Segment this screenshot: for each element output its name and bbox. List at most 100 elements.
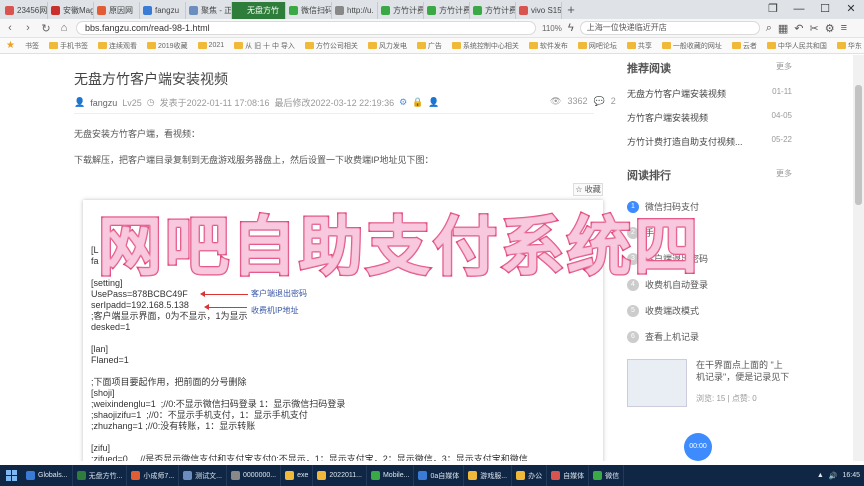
browser-tab[interactable]: http://u. xyxy=(332,2,378,19)
thumbnail-image[interactable] xyxy=(627,359,687,407)
recommended-title[interactable]: 无盘方竹客户端安装视频 xyxy=(627,87,726,100)
back-icon[interactable]: ‹ xyxy=(4,22,16,34)
author-link[interactable]: fangzu xyxy=(90,98,117,108)
bookmark-item[interactable]: 风力发电 xyxy=(367,41,407,51)
browser-tab[interactable]: 安徽Mag xyxy=(48,2,94,19)
recommended-title[interactable]: 方竹计费打造自助支付视频... xyxy=(627,135,743,148)
bookmark-item[interactable]: 广告 xyxy=(416,41,442,51)
ranking-item[interactable]: 5 收费端改模式 xyxy=(627,304,699,317)
taskbar-item[interactable]: Mobile... xyxy=(367,465,415,486)
browser-tab[interactable]: 聚焦 - 正剧 xyxy=(186,2,232,19)
recommended-item[interactable]: 方竹客户端安装视频 04-05 xyxy=(627,111,792,124)
new-tab-icon[interactable]: + xyxy=(562,2,580,17)
config-line: ;weixindenglu=1 ;//0:不显示微信扫码登录 1：显示微信扫码登… xyxy=(91,399,346,409)
taskbar-item[interactable]: 0000000... xyxy=(227,465,282,486)
taskbar-item[interactable]: exe xyxy=(281,465,314,486)
undo-icon[interactable]: ↶ xyxy=(794,22,803,35)
bookmark-item[interactable]: 从 旧 十 中 导入 xyxy=(234,41,295,51)
lock-icon[interactable]: 🔒 xyxy=(412,97,423,108)
recommended-title[interactable]: 方竹客户端安装视频 xyxy=(627,111,708,124)
browser-tab[interactable]: 23456网址 xyxy=(2,2,48,19)
browser-tab[interactable]: 无盘方竹 xyxy=(232,2,286,19)
ranking-title[interactable]: 查看上机记录 xyxy=(645,330,699,343)
home-icon[interactable]: ⌂ xyxy=(58,22,70,34)
taskbar-item[interactable]: 办公 xyxy=(512,465,548,486)
bookmark-item[interactable]: 2019收藏 xyxy=(146,41,188,51)
taskbar-item[interactable]: 0a自媒体 xyxy=(414,465,465,486)
network-icon[interactable]: ▲ xyxy=(817,472,824,479)
tab-favicon-icon xyxy=(427,6,436,15)
ranking-item[interactable]: 6 查看上机记录 xyxy=(627,330,699,343)
cut-icon[interactable]: ✂ xyxy=(810,22,819,35)
grid-icon[interactable]: ▦ xyxy=(778,22,788,35)
taskbar-label: 自媒体 xyxy=(563,472,585,480)
maximize-icon[interactable]: ☐ xyxy=(812,0,838,19)
taskbar-item[interactable]: 测试文... xyxy=(179,465,227,486)
close-icon[interactable]: ✕ xyxy=(838,0,864,19)
bookmark-item[interactable]: 软件发布 xyxy=(528,41,568,51)
url-field[interactable]: bbs.fangzu.com/read-98-1.html xyxy=(76,21,536,35)
star-icon[interactable]: ★ xyxy=(6,40,15,51)
taskbar-item[interactable]: 小成师7... xyxy=(127,465,180,486)
browser-tab[interactable]: 微信扫码 xyxy=(286,2,332,19)
bookmark-item[interactable]: 系统控制中心相关 xyxy=(451,41,519,51)
browser-tab[interactable]: 原因网 xyxy=(94,2,140,19)
gear-icon[interactable]: ⚙ xyxy=(399,97,407,108)
volume-icon[interactable]: 🔊 xyxy=(829,472,838,480)
browser-tab[interactable]: vivo S15 xyxy=(516,2,562,19)
taskbar-item[interactable]: 自媒体 xyxy=(547,465,590,486)
bookmark-item[interactable]: 共享 xyxy=(626,41,652,51)
user-icon: 👤 xyxy=(74,97,86,107)
bookmark-item[interactable]: 书签 xyxy=(25,41,39,51)
page-title: 无盘方竹客户端安装视频 xyxy=(74,71,228,87)
lightning-icon[interactable]: ϟ xyxy=(568,22,574,34)
taskbar-item[interactable]: 游戏服... xyxy=(464,465,513,486)
bookmark-item[interactable]: 手机书签 xyxy=(48,41,88,51)
bookmark-item[interactable]: 连续观看 xyxy=(97,41,137,51)
config-line: Flaned=1 xyxy=(91,355,129,365)
menu-icon[interactable]: ≡ xyxy=(841,22,847,34)
folder-icon xyxy=(577,42,587,49)
bookmark-item[interactable]: 云者 xyxy=(731,41,757,51)
scroll-thumb[interactable] xyxy=(855,85,862,205)
bookmark-item[interactable]: 方竹公司相关 xyxy=(304,41,358,51)
view-count: 3362 xyxy=(567,96,588,106)
bookmark-item[interactable]: 网吧论坛 xyxy=(577,41,617,51)
thumbnail-caption[interactable]: 在干界面点上面的 "上机记录"，便是记录见下 xyxy=(696,359,790,383)
taskbar-item[interactable]: 微信 xyxy=(589,465,625,486)
search-field[interactable]: 上海一位快递临近开店 xyxy=(579,21,760,35)
bookmark-item[interactable]: 一般收藏的网址 xyxy=(661,41,722,51)
zoom-level[interactable]: 110% xyxy=(542,24,562,33)
video-timer-button[interactable]: 00:00 xyxy=(684,433,712,461)
refresh-icon[interactable]: ↻ xyxy=(40,22,52,35)
forward-icon[interactable]: › xyxy=(22,22,34,34)
config-line xyxy=(91,333,528,344)
ranking-title[interactable]: 收费端改模式 xyxy=(645,304,699,317)
taskbar-item[interactable]: 2022011... xyxy=(313,465,367,486)
restore-icon[interactable]: ❐ xyxy=(760,0,786,19)
config-line: serIpadd=192.168.5.138 xyxy=(91,300,189,310)
taskbar-item[interactable]: Globals... xyxy=(22,465,73,486)
publish-time: 发表于2022-01-11 17:08:16 xyxy=(159,98,270,108)
bookmark-item[interactable]: 华东 xyxy=(836,41,862,51)
taskbar-item[interactable]: 无盘方竹... xyxy=(73,465,128,486)
bookmark-item[interactable]: 中华人民共和国 xyxy=(766,41,827,51)
gear-icon[interactable]: ⚙ xyxy=(825,22,835,35)
clock[interactable]: 16:45 xyxy=(842,472,860,479)
more-link[interactable]: 更多 xyxy=(776,61,792,72)
user-plus-icon[interactable]: 👤 xyxy=(428,97,439,108)
start-button[interactable] xyxy=(0,465,22,486)
more-link[interactable]: 更多 xyxy=(776,168,792,179)
scrollbar[interactable] xyxy=(853,55,864,461)
minimize-icon[interactable]: — xyxy=(786,0,812,19)
browser-tab[interactable]: 方竹计费 xyxy=(470,2,516,19)
bookmark-item[interactable]: 2021 xyxy=(197,42,224,49)
app-icon xyxy=(418,471,428,480)
browser-tab[interactable]: 方竹计费 xyxy=(378,2,424,19)
favorite-button[interactable]: ☆ 收藏 xyxy=(573,183,603,196)
browser-tab[interactable]: 方竹计费 xyxy=(424,2,470,19)
search-icon[interactable]: ⌕ xyxy=(766,22,772,35)
recommended-item[interactable]: 方竹计费打造自助支付视频... 05-22 xyxy=(627,135,792,148)
recommended-item[interactable]: 无盘方竹客户端安装视频 01-11 xyxy=(627,87,792,100)
browser-tab[interactable]: fangzu xyxy=(140,2,186,19)
